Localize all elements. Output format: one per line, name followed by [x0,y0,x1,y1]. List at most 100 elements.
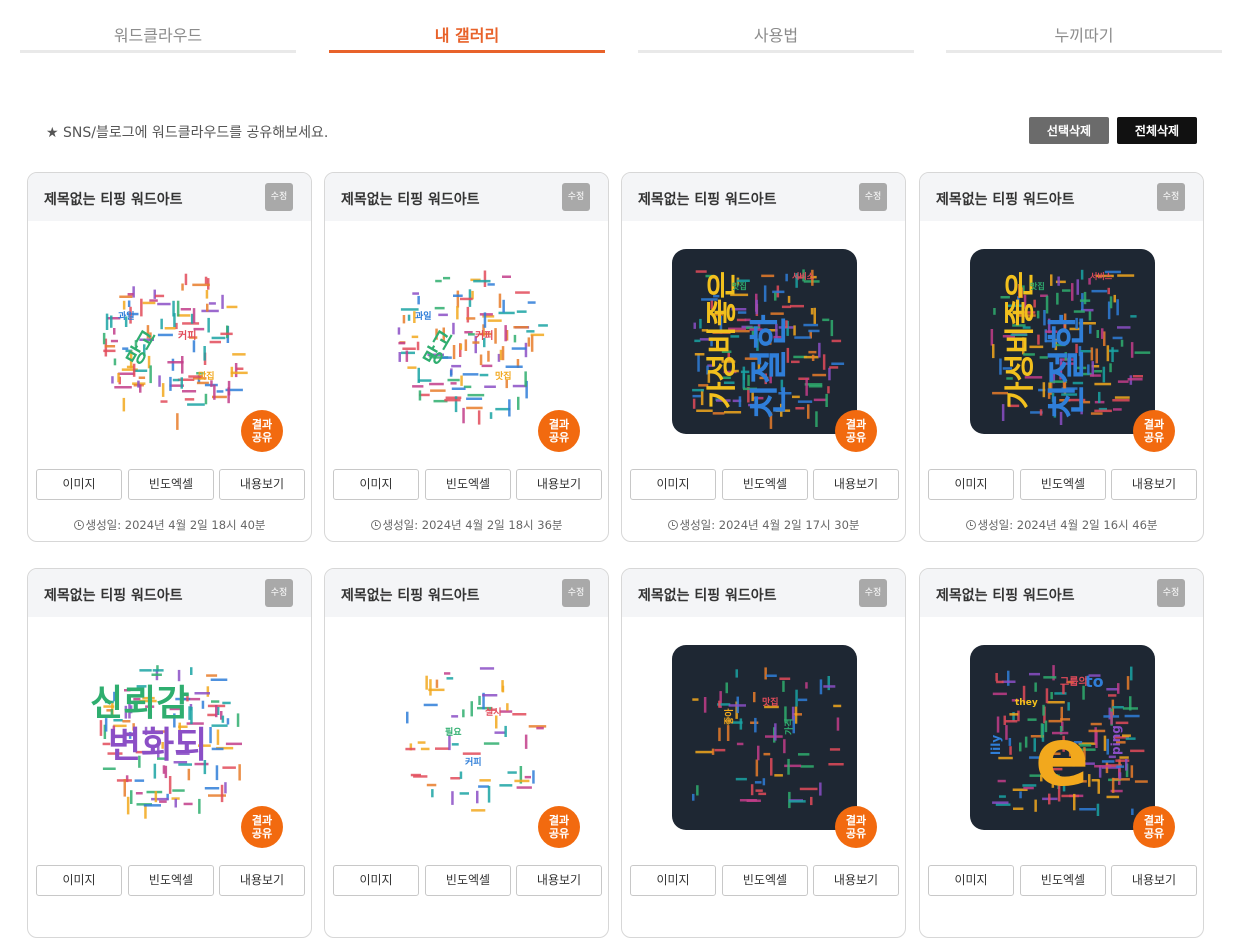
cloud-word-mark [827,676,830,691]
cloud-word-mark [479,667,495,670]
view-content-button[interactable]: 내용보기 [516,865,602,896]
wordcloud-thumbnail[interactable]: 망고 커피 과일 맛집 [78,249,263,434]
image-button[interactable]: 이미지 [928,865,1014,896]
wordcloud-thumbnail[interactable]: 좋아 가격 맛집 [672,645,857,830]
share-result-button[interactable]: 결과 공유 [1133,410,1175,452]
cloud-word-mark [810,796,813,806]
delete-selected-button[interactable]: 선택삭제 [1029,117,1109,144]
share-result-button[interactable]: 결과 공유 [1133,806,1175,848]
image-button[interactable]: 이미지 [333,469,419,500]
view-content-button[interactable]: 내용보기 [1111,469,1197,500]
share-result-button[interactable]: 결과 공유 [538,806,580,848]
image-button[interactable]: 이미지 [36,469,122,500]
image-button[interactable]: 이미지 [928,469,1014,500]
wordcloud-thumbnail[interactable]: e to lily ping they 그룹의 [970,645,1155,830]
cloud-word: 친절한 [1045,314,1089,419]
cloud-word-mark [1094,409,1112,413]
freq-excel-button[interactable]: 빈도엑셀 [128,865,214,896]
freq-excel-button[interactable]: 빈도엑셀 [722,469,808,500]
cloud-word-mark [450,382,457,385]
cloud-word-mark [999,795,1006,798]
cloud-word-mark [138,376,146,379]
cloud-word-mark [997,779,1006,783]
view-content-button[interactable]: 내용보기 [516,469,602,500]
wordcloud-thumbnail[interactable]: 필요 실시 커피 [375,645,560,830]
delete-all-button[interactable]: 전체삭제 [1117,117,1197,144]
edit-button[interactable]: 수정 [859,579,887,607]
wordcloud-thumbnail[interactable]: 망고 커피 과일 맛집 [375,249,560,434]
cloud-word: 필요 [445,726,462,738]
cloud-word-mark [177,378,195,381]
cloud-word-mark [742,366,746,380]
tab-my-gallery[interactable]: 내 갤러리 [329,0,605,56]
cloud-word-mark [487,283,495,286]
image-button[interactable]: 이미지 [630,469,716,500]
tab-background-removal[interactable]: 누끼따기 [946,0,1222,56]
cloud-word-mark [735,669,738,678]
cloud-word-mark [211,700,220,703]
view-content-button[interactable]: 내용보기 [219,469,305,500]
cloud-word-mark [466,406,483,410]
wordcloud-thumbnail[interactable]: 가성비좋은 친절한 서비스 맛집 [970,249,1155,434]
cloud-word-mark [459,792,469,795]
image-button[interactable]: 이미지 [630,865,716,896]
tab-wordcloud[interactable]: 워드클라우드 [20,0,296,56]
view-content-button[interactable]: 내용보기 [813,469,899,500]
cloud-word-mark [754,781,762,784]
share-result-button[interactable]: 결과 공유 [538,410,580,452]
freq-excel-button[interactable]: 빈도엑셀 [722,865,808,896]
cloud-word-mark [794,706,798,724]
freq-excel-button[interactable]: 빈도엑셀 [128,469,214,500]
view-content-button[interactable]: 내용보기 [1111,865,1197,896]
cloud-word-mark [407,314,411,321]
cloud-word-mark [1073,310,1085,313]
tab-how-to-use[interactable]: 사용법 [638,0,914,56]
freq-excel-button[interactable]: 빈도엑셀 [425,469,511,500]
wordcloud-image: 망고 커피 과일맛집 [102,273,248,430]
view-content-button[interactable]: 내용보기 [219,865,305,896]
cloud-word-mark [798,753,810,756]
share-result-button[interactable]: 결과 공유 [241,806,283,848]
cloud-word-mark [1129,696,1132,711]
edit-button[interactable]: 수정 [1157,579,1185,607]
cloud-word-mark [766,674,777,677]
edit-button[interactable]: 수정 [265,579,293,607]
cloud-word-mark [114,386,132,389]
freq-excel-button[interactable]: 빈도엑셀 [1020,865,1106,896]
cloud-word-mark [184,398,195,401]
edit-button[interactable]: 수정 [265,183,293,211]
cloud-word-mark [435,679,439,688]
image-button[interactable]: 이미지 [36,865,122,896]
cloud-word-mark [453,294,463,297]
cloud-word-mark [754,717,757,733]
cloud-word-mark [452,322,455,335]
cloud-word-mark [489,412,493,419]
cloud-word-mark [452,345,456,360]
wordcloud-thumbnail[interactable]: 신뢰감 변화되 [78,645,263,830]
share-result-button[interactable]: 결과 공유 [835,806,877,848]
cloud-word-mark [774,723,777,741]
cloud-word-mark [155,294,165,298]
edit-button[interactable]: 수정 [1157,183,1185,211]
cloud-word-mark [1107,287,1110,295]
edit-button[interactable]: 수정 [562,183,590,211]
cloud-word-mark [508,399,511,417]
edit-button[interactable]: 수정 [562,579,590,607]
cloud-word-mark [460,375,463,386]
cloud-word-mark [171,358,175,371]
freq-excel-button[interactable]: 빈도엑셀 [425,865,511,896]
cloud-word-mark [478,695,481,705]
cloud-word-mark [1109,363,1112,373]
cloud-word-mark [1029,672,1040,676]
freq-excel-button[interactable]: 빈도엑셀 [1020,469,1106,500]
share-result-button[interactable]: 결과 공유 [241,410,283,452]
view-content-button[interactable]: 내용보기 [813,865,899,896]
cloud-word-mark [152,669,164,672]
wordcloud-thumbnail[interactable]: 가성비좋은 친절한 서비스 맛집 [672,249,857,434]
cloud-word-mark [119,295,133,298]
share-result-button[interactable]: 결과 공유 [835,410,877,452]
image-button[interactable]: 이미지 [333,865,419,896]
cloud-word-mark [507,771,517,774]
cloud-word-mark [482,694,498,697]
edit-button[interactable]: 수정 [859,183,887,211]
